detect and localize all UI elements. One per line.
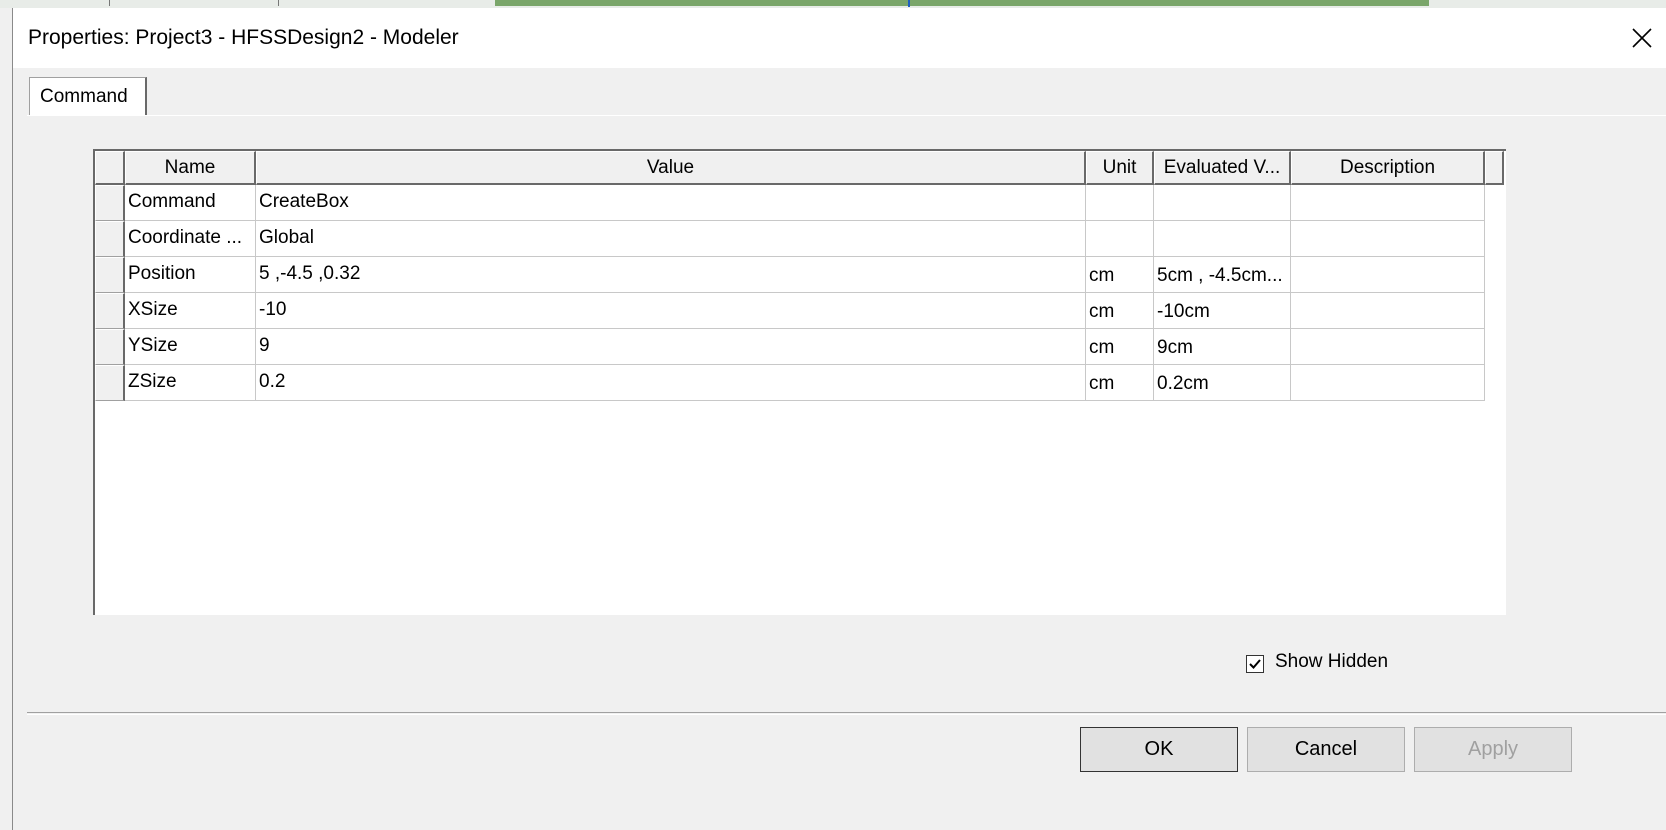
cell-unit: cm bbox=[1086, 257, 1154, 293]
cell-unit: cm bbox=[1086, 365, 1154, 401]
title-bar: Properties: Project3 - HFSSDesign2 - Mod… bbox=[13, 8, 1666, 68]
column-header-name[interactable]: Name bbox=[125, 151, 256, 185]
close-icon bbox=[1632, 28, 1652, 48]
cell-value[interactable]: -10 bbox=[256, 293, 1086, 329]
row-header[interactable] bbox=[95, 329, 125, 365]
checkmark-icon bbox=[1249, 659, 1261, 669]
cell-description bbox=[1291, 365, 1485, 401]
cell-name: ZSize bbox=[125, 365, 256, 401]
cell-description bbox=[1291, 221, 1485, 257]
cell-name: YSize bbox=[125, 329, 256, 365]
row-header[interactable] bbox=[95, 185, 125, 221]
column-header-unit[interactable]: Unit bbox=[1086, 151, 1154, 185]
row-header[interactable] bbox=[95, 257, 125, 293]
column-header-filler bbox=[1485, 151, 1504, 185]
cell-description bbox=[1291, 293, 1485, 329]
cell-value[interactable]: Global bbox=[256, 221, 1086, 257]
cell-description bbox=[1291, 329, 1485, 365]
cell-name: Position bbox=[125, 257, 256, 293]
cell-evaluated: 5cm , -4.5cm... bbox=[1154, 257, 1291, 293]
cell-unit bbox=[1086, 221, 1154, 257]
cell-value[interactable]: 5 ,-4.5 ,0.32 bbox=[256, 257, 1086, 293]
cell-name: Command bbox=[125, 185, 256, 221]
cell-description bbox=[1291, 257, 1485, 293]
properties-dialog: Properties: Project3 - HFSSDesign2 - Mod… bbox=[12, 8, 1666, 830]
cell-unit: cm bbox=[1086, 293, 1154, 329]
apply-button[interactable]: Apply bbox=[1414, 727, 1572, 772]
cell-evaluated: 9cm bbox=[1154, 329, 1291, 365]
row-header[interactable] bbox=[95, 293, 125, 329]
close-button[interactable] bbox=[1617, 16, 1666, 60]
cell-description bbox=[1291, 185, 1485, 221]
cancel-button[interactable]: Cancel bbox=[1247, 727, 1405, 772]
cell-value[interactable]: 9 bbox=[256, 329, 1086, 365]
column-header-value[interactable]: Value bbox=[256, 151, 1086, 185]
property-grid: Name Value Unit Evaluated V... Description Co… bbox=[93, 149, 1506, 615]
cell-evaluated: 0.2cm bbox=[1154, 365, 1291, 401]
column-header-description[interactable]: Description bbox=[1291, 151, 1485, 185]
cell-evaluated bbox=[1154, 221, 1291, 257]
row-header[interactable] bbox=[95, 221, 125, 257]
cell-value[interactable]: 0.2 bbox=[256, 365, 1086, 401]
column-header-evaluated[interactable]: Evaluated V... bbox=[1154, 151, 1291, 185]
cell-name: XSize bbox=[125, 293, 256, 329]
show-hidden-checkbox[interactable] bbox=[1246, 655, 1264, 673]
grid-corner[interactable] bbox=[95, 151, 125, 185]
cell-value[interactable]: CreateBox bbox=[256, 185, 1086, 221]
cell-unit bbox=[1086, 185, 1154, 221]
cell-evaluated: -10cm bbox=[1154, 293, 1291, 329]
row-header[interactable] bbox=[95, 365, 125, 401]
dialog-title: Properties: Project3 - HFSSDesign2 - Mod… bbox=[28, 26, 459, 49]
cell-unit: cm bbox=[1086, 329, 1154, 365]
cell-name: Coordinate ... bbox=[125, 221, 256, 257]
cell-evaluated bbox=[1154, 185, 1291, 221]
tab-command[interactable]: Command bbox=[29, 77, 147, 116]
divider bbox=[27, 712, 1666, 715]
show-hidden-label[interactable]: Show Hidden bbox=[1275, 651, 1388, 673]
background-window-strip bbox=[0, 0, 1666, 8]
ok-button[interactable]: OK bbox=[1080, 727, 1238, 772]
